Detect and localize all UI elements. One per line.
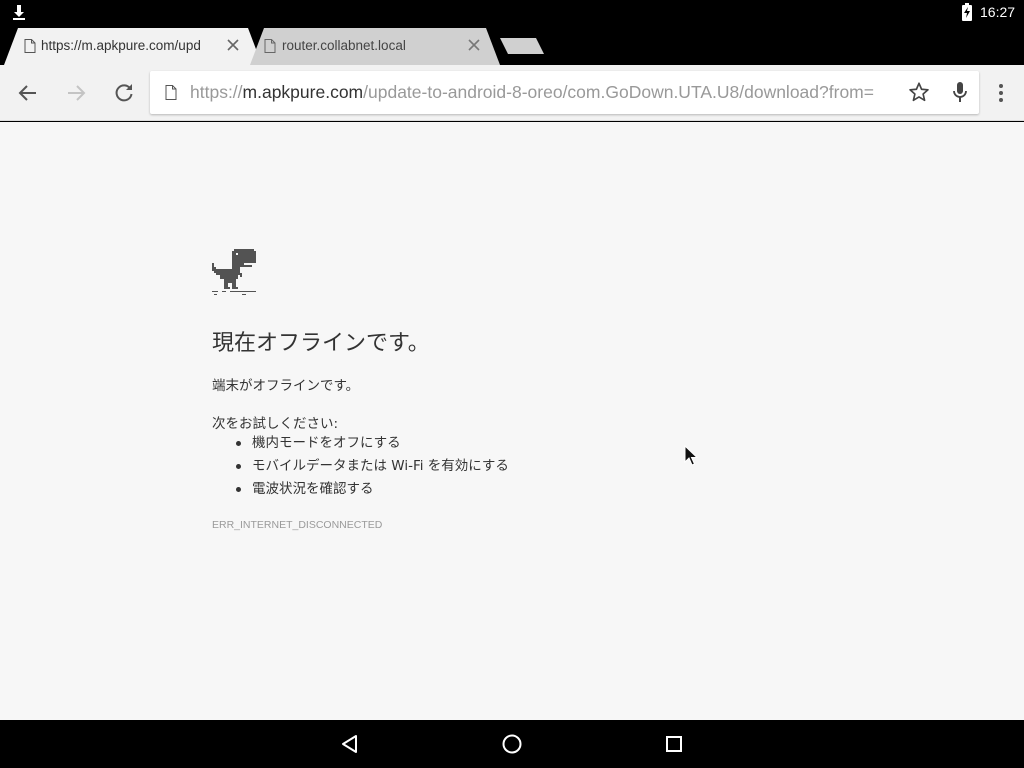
suggestion-item: 電波状況を確認する <box>234 479 509 502</box>
dinosaur-icon <box>212 249 256 295</box>
status-bar: 16:27 <box>0 0 1024 25</box>
close-tab-icon[interactable] <box>468 39 480 51</box>
error-subtext: 端末がオフラインです。 <box>212 378 360 394</box>
clock: 16:27 <box>980 4 1016 20</box>
system-nav-bar <box>0 720 1024 768</box>
mouse-cursor-icon <box>684 445 698 466</box>
page-icon <box>24 39 36 53</box>
tab-apkpure[interactable]: https://m.apkpure.com/upd <box>4 28 264 65</box>
address-bar[interactable]: https://m.apkpure.com/update-to-android-… <box>150 71 979 114</box>
url-scheme: https:// <box>190 82 243 102</box>
suggestion-item: 機内モードをオフにする <box>234 433 509 456</box>
back-arrow-icon[interactable] <box>16 81 40 105</box>
url-host: m.apkpure.com <box>242 82 364 102</box>
tab-router[interactable]: router.collabnet.local <box>250 28 502 65</box>
battery-charging-icon <box>962 3 972 21</box>
recents-square-icon[interactable] <box>662 732 686 756</box>
close-tab-icon[interactable] <box>227 39 239 51</box>
suggestions-label: 次をお試しください: <box>212 416 339 432</box>
download-icon <box>13 5 25 20</box>
tab-strip: https://m.apkpure.com/upd router.collabn… <box>0 25 1024 65</box>
page-icon <box>165 85 177 100</box>
tab-title: https://m.apkpure.com/upd <box>41 38 201 53</box>
new-tab-button[interactable] <box>498 36 546 56</box>
error-heading: 現在オフラインです。 <box>212 331 430 356</box>
suggestion-item: モバイルデータまたは Wi-Fi を有効にする <box>234 456 509 479</box>
url-text[interactable]: https://m.apkpure.com/update-to-android-… <box>190 82 902 103</box>
overflow-menu-icon[interactable] <box>990 81 1012 105</box>
error-code: ERR_INTERNET_DISCONNECTED <box>212 519 383 531</box>
star-icon[interactable] <box>908 81 930 103</box>
reload-icon[interactable] <box>112 81 136 105</box>
page-icon <box>264 39 276 53</box>
back-triangle-icon[interactable] <box>338 732 362 756</box>
suggestions-list: 機内モードをオフにする モバイルデータまたは Wi-Fi を有効にする 電波状況… <box>234 433 509 502</box>
home-circle-icon[interactable] <box>500 732 524 756</box>
mic-icon[interactable] <box>950 81 970 103</box>
url-path: /update-to-android-8-oreo/com.GoDown.UTA… <box>363 82 874 102</box>
browser-toolbar: https://m.apkpure.com/update-to-android-… <box>0 65 1024 121</box>
error-page: 現在オフラインです。 端末がオフラインです。 次をお試しください: 機内モードを… <box>0 122 1024 720</box>
tab-title: router.collabnet.local <box>282 38 406 53</box>
forward-arrow-icon[interactable] <box>64 81 88 105</box>
